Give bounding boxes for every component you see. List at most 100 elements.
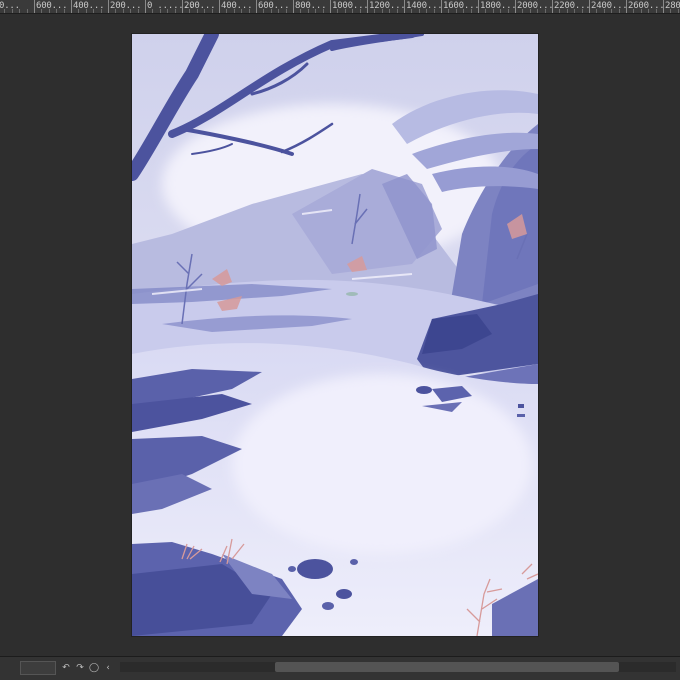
ruler-minor-tick: [152, 9, 154, 13]
ruler-major-tick: [182, 0, 183, 13]
ruler-major-tick: [552, 0, 553, 13]
ruler-minor-tick: [285, 9, 287, 13]
ruler-minor-tick: [204, 9, 206, 13]
ruler-minor-tick: [485, 9, 487, 13]
ruler-minor-tick: [300, 9, 302, 13]
ruler-minor-tick: [233, 9, 235, 13]
ruler-minor-tick: [396, 9, 398, 13]
ruler-minor-tick: [640, 9, 642, 13]
ruler-major-tick: [404, 0, 405, 13]
ruler-minor-tick: [581, 9, 583, 13]
horizontal-ruler: 0... 600... 400... 200... 0 ....... 200... 400…: [0, 0, 680, 14]
reset-icon[interactable]: ◯: [88, 661, 100, 675]
ruler-minor-tick: [596, 9, 598, 13]
ruler-minor-tick: [100, 9, 102, 13]
ruler-minor-tick: [263, 9, 265, 13]
ruler-minor-tick: [544, 9, 546, 13]
flip-icon[interactable]: ‹: [102, 661, 114, 675]
ruler-minor-tick: [278, 9, 280, 13]
ruler-major-tick: [293, 0, 294, 13]
ruler-minor-tick: [189, 9, 191, 13]
ruler-minor-tick: [56, 9, 58, 13]
ruler-minor-tick: [603, 9, 605, 13]
winter-landscape-painting: [132, 34, 538, 636]
ruler-major-tick: [71, 0, 72, 13]
ruler-minor-tick: [11, 9, 13, 13]
ruler-minor-tick: [196, 9, 198, 13]
ruler-major-tick: [367, 0, 368, 13]
ruler-minor-tick: [122, 9, 124, 13]
ruler-minor-tick: [537, 9, 539, 13]
ruler-minor-tick: [211, 9, 213, 13]
ruler-minor-tick: [655, 9, 657, 13]
ruler-major-tick: [589, 0, 590, 13]
ruler-minor-tick: [174, 9, 176, 13]
ruler-minor-tick: [352, 9, 354, 13]
ruler-minor-tick: [322, 9, 324, 13]
ruler-minor-tick: [566, 9, 568, 13]
ruler-major-tick: [441, 0, 442, 13]
ruler-major-tick: [626, 0, 627, 13]
ruler-minor-tick: [248, 9, 250, 13]
ruler-minor-tick: [670, 9, 672, 13]
ruler-minor-tick: [48, 9, 50, 13]
ruler-minor-tick: [500, 9, 502, 13]
ruler-minor-tick: [270, 9, 272, 13]
ruler-minor-tick: [426, 9, 428, 13]
ruler-minor-tick: [648, 9, 650, 13]
zoom-field[interactable]: [20, 661, 56, 675]
ruler-minor-tick: [315, 9, 317, 13]
ruler-minor-tick: [137, 9, 139, 13]
ruler-minor-tick: [389, 9, 391, 13]
ruler-minor-tick: [78, 9, 80, 13]
ruler-minor-tick: [611, 9, 613, 13]
ruler-minor-tick: [93, 9, 95, 13]
ruler-major-tick: [256, 0, 257, 13]
ruler-label: 0...: [0, 1, 20, 11]
ruler-minor-tick: [374, 9, 376, 13]
ruler-minor-tick: [559, 9, 561, 13]
ruler-minor-tick: [4, 9, 6, 13]
rotate-left-icon[interactable]: ↶: [60, 661, 72, 675]
bottom-status-bar: ↶ ↷ ◯ ‹: [0, 656, 680, 680]
workspace: [0, 15, 680, 656]
ruler-minor-tick: [359, 9, 361, 13]
ruler-major-tick: [515, 0, 516, 13]
ruler-minor-tick: [433, 9, 435, 13]
ruler-minor-tick: [337, 9, 339, 13]
ruler-minor-tick: [167, 9, 169, 13]
ruler-minor-tick: [381, 9, 383, 13]
ruler-minor-tick: [470, 9, 472, 13]
ruler-minor-tick: [19, 9, 21, 13]
ruler-major-tick: [145, 0, 146, 13]
ruler-minor-tick: [507, 9, 509, 13]
ruler-minor-tick: [418, 9, 420, 13]
ruler-minor-tick: [159, 9, 161, 13]
ruler-minor-tick: [26, 9, 28, 13]
ruler-minor-tick: [115, 9, 117, 13]
ruler-minor-tick: [618, 9, 620, 13]
ruler-minor-tick: [574, 9, 576, 13]
ruler-minor-tick: [85, 9, 87, 13]
ruler-major-tick: [330, 0, 331, 13]
rotate-right-icon[interactable]: ↷: [74, 661, 86, 675]
ruler-major-tick: [478, 0, 479, 13]
painting-canvas[interactable]: [132, 34, 538, 636]
ruler-minor-tick: [307, 9, 309, 13]
ruler-major-tick: [34, 0, 35, 13]
ruler-minor-tick: [633, 9, 635, 13]
ruler-minor-tick: [41, 9, 43, 13]
ruler-minor-tick: [455, 9, 457, 13]
ruler-minor-tick: [63, 9, 65, 13]
ruler-minor-tick: [529, 9, 531, 13]
ruler-major-tick: [108, 0, 109, 13]
paint-app-window: 0... 600... 400... 200... 0 ....... 200... 400…: [0, 0, 680, 680]
ruler-minor-tick: [344, 9, 346, 13]
ruler-minor-tick: [411, 9, 413, 13]
ruler-minor-tick: [130, 9, 132, 13]
ruler-minor-tick: [463, 9, 465, 13]
ruler-major-tick: [219, 0, 220, 13]
ruler-major-tick: [663, 0, 664, 13]
horizontal-scrollbar-thumb[interactable]: [275, 662, 619, 672]
ruler-minor-tick: [226, 9, 228, 13]
